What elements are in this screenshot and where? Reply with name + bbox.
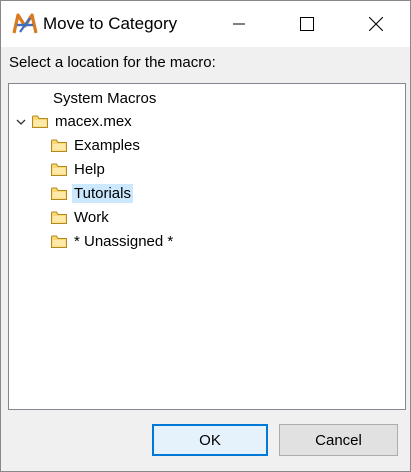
tree-item-label: Help <box>74 160 105 178</box>
maximize-button[interactable] <box>284 1 330 47</box>
category-tree[interactable]: System Macros macex.mex Examples Help Tu… <box>8 83 406 410</box>
tree-item-label: Examples <box>74 136 140 154</box>
ok-button[interactable]: OK <box>152 424 268 456</box>
chevron-down-icon[interactable] <box>15 115 27 127</box>
title-bar[interactable]: Move to Category <box>1 1 410 47</box>
tree-item-unassigned[interactable]: * Unassigned * <box>51 230 175 252</box>
prompt-label: Select a location for the macro: <box>9 54 216 71</box>
tree-item-work[interactable]: Work <box>51 206 111 228</box>
folder-icon <box>32 115 48 128</box>
tree-item-label: macex.mex <box>55 112 132 130</box>
tree-item-tutorials[interactable]: Tutorials <box>51 182 133 204</box>
folder-icon <box>51 235 67 248</box>
tree-item-help[interactable]: Help <box>51 158 107 180</box>
move-to-category-dialog: Move to Category Select a location for t… <box>0 0 411 472</box>
folder-icon <box>51 211 67 224</box>
macro-express-icon <box>12 12 38 36</box>
folder-icon <box>51 139 67 152</box>
close-button[interactable] <box>353 1 399 47</box>
maximize-icon <box>300 17 314 31</box>
minimize-button[interactable] <box>216 1 262 47</box>
tree-item-examples[interactable]: Examples <box>51 134 142 156</box>
folder-icon <box>51 163 67 176</box>
window-title: Move to Category <box>43 14 178 33</box>
tree-item-system-macros[interactable]: System Macros <box>51 87 158 109</box>
tree-item-label: System Macros <box>53 89 157 107</box>
tree-item-label: Tutorials <box>72 183 133 203</box>
tree-item-macex-mex[interactable]: macex.mex <box>32 110 134 132</box>
minimize-icon <box>233 23 245 25</box>
tree-item-label: Work <box>74 208 109 226</box>
close-icon <box>369 17 383 31</box>
folder-icon <box>51 187 67 200</box>
cancel-button[interactable]: Cancel <box>279 424 398 456</box>
tree-item-label: * Unassigned * <box>74 232 174 250</box>
